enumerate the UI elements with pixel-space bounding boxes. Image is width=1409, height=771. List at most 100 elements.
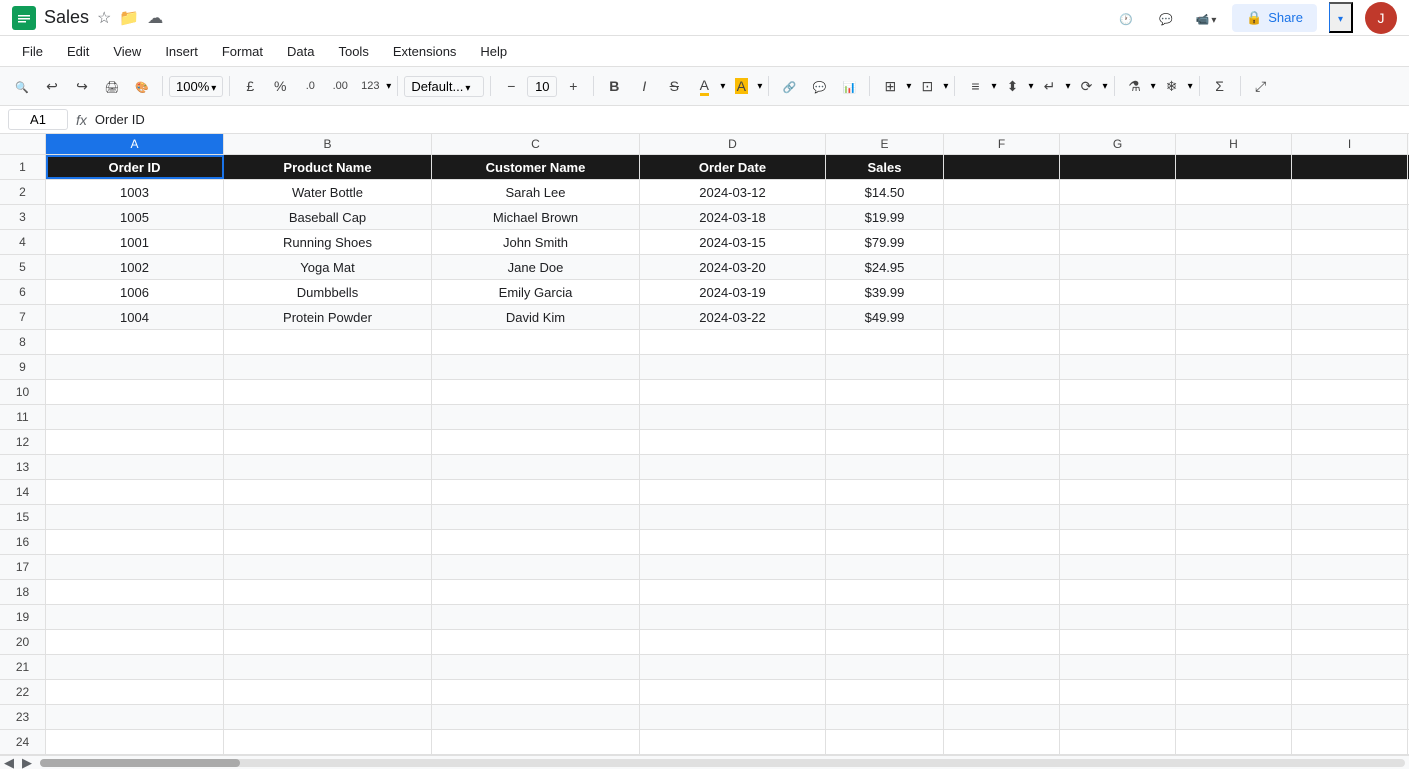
cell-e13[interactable]	[826, 455, 944, 479]
cell-e21[interactable]	[826, 655, 944, 679]
cell-g13[interactable]	[1060, 455, 1176, 479]
cell-i19[interactable]	[1292, 605, 1408, 629]
cell-e6[interactable]: $39.99	[826, 280, 944, 304]
cell-d23[interactable]	[640, 705, 826, 729]
merge-button[interactable]	[913, 72, 941, 100]
cell-d12[interactable]	[640, 430, 826, 454]
cell-f8[interactable]	[944, 330, 1060, 354]
cell-g19[interactable]	[1060, 605, 1176, 629]
cell-e14[interactable]	[826, 480, 944, 504]
cell-e12[interactable]	[826, 430, 944, 454]
col-header-f[interactable]: F	[944, 134, 1060, 154]
cell-b14[interactable]	[224, 480, 432, 504]
font-select[interactable]: Default...	[404, 76, 484, 97]
row-num-12[interactable]: 12	[0, 430, 46, 454]
cell-g16[interactable]	[1060, 530, 1176, 554]
cell-f17[interactable]	[944, 555, 1060, 579]
h-align-button[interactable]: ≡	[961, 72, 989, 100]
cell-e10[interactable]	[826, 380, 944, 404]
cell-d17[interactable]	[640, 555, 826, 579]
cell-b24[interactable]	[224, 730, 432, 754]
cell-g6[interactable]	[1060, 280, 1176, 304]
cell-e19[interactable]	[826, 605, 944, 629]
cell-i18[interactable]	[1292, 580, 1408, 604]
cell-d16[interactable]	[640, 530, 826, 554]
folder-icon[interactable]: 📁	[119, 8, 139, 28]
scroll-track[interactable]	[40, 759, 1405, 767]
cell-h5[interactable]	[1176, 255, 1292, 279]
cell-b8[interactable]	[224, 330, 432, 354]
cell-c11[interactable]	[432, 405, 640, 429]
v-align-button[interactable]: ⬍	[998, 72, 1026, 100]
cell-e18[interactable]	[826, 580, 944, 604]
cell-g4[interactable]	[1060, 230, 1176, 254]
cell-f23[interactable]	[944, 705, 1060, 729]
cell-d5[interactable]: 2024-03-20	[640, 255, 826, 279]
row-num-5[interactable]: 5	[0, 255, 46, 279]
cell-h8[interactable]	[1176, 330, 1292, 354]
cell-c3[interactable]: Michael Brown	[432, 205, 640, 229]
cell-c2[interactable]: Sarah Lee	[432, 180, 640, 204]
cell-d20[interactable]	[640, 630, 826, 654]
cell-f10[interactable]	[944, 380, 1060, 404]
cell-d15[interactable]	[640, 505, 826, 529]
cell-a13[interactable]	[46, 455, 224, 479]
cell-g10[interactable]	[1060, 380, 1176, 404]
cell-d3[interactable]: 2024-03-18	[640, 205, 826, 229]
font-size-inc-button[interactable]	[559, 72, 587, 100]
col-header-a[interactable]: A	[46, 134, 224, 154]
cell-a6[interactable]: 1006	[46, 280, 224, 304]
cell-b11[interactable]	[224, 405, 432, 429]
cell-b3[interactable]: Baseball Cap	[224, 205, 432, 229]
cell-a8[interactable]	[46, 330, 224, 354]
cell-a15[interactable]	[46, 505, 224, 529]
cell-f3[interactable]	[944, 205, 1060, 229]
share-dropdown-arrow[interactable]	[1329, 2, 1353, 33]
cell-h16[interactable]	[1176, 530, 1292, 554]
cell-i1[interactable]	[1292, 155, 1408, 179]
cell-f20[interactable]	[944, 630, 1060, 654]
text-color-button[interactable]: A	[690, 72, 718, 100]
cell-d21[interactable]	[640, 655, 826, 679]
cell-e20[interactable]	[826, 630, 944, 654]
star-icon[interactable]: ☆	[97, 8, 111, 28]
cell-b10[interactable]	[224, 380, 432, 404]
cell-i20[interactable]	[1292, 630, 1408, 654]
cell-h21[interactable]	[1176, 655, 1292, 679]
cell-a24[interactable]	[46, 730, 224, 754]
cell-a17[interactable]	[46, 555, 224, 579]
cell-c22[interactable]	[432, 680, 640, 704]
cell-i6[interactable]	[1292, 280, 1408, 304]
cell-d1[interactable]: Order Date	[640, 155, 826, 179]
row-num-19[interactable]: 19	[0, 605, 46, 629]
share-button[interactable]: 🔒 Share	[1232, 4, 1317, 32]
cell-i24[interactable]	[1292, 730, 1408, 754]
cell-e5[interactable]: $24.95	[826, 255, 944, 279]
row-num-14[interactable]: 14	[0, 480, 46, 504]
menu-view[interactable]: View	[103, 40, 151, 63]
row-num-3[interactable]: 3	[0, 205, 46, 229]
cell-i23[interactable]	[1292, 705, 1408, 729]
cell-a11[interactable]	[46, 405, 224, 429]
cell-i10[interactable]	[1292, 380, 1408, 404]
cell-h9[interactable]	[1176, 355, 1292, 379]
cell-f1[interactable]	[944, 155, 1060, 179]
cell-c8[interactable]	[432, 330, 640, 354]
cell-h15[interactable]	[1176, 505, 1292, 529]
expand-button[interactable]: ⤢	[1247, 72, 1275, 100]
cell-h18[interactable]	[1176, 580, 1292, 604]
cell-i8[interactable]	[1292, 330, 1408, 354]
cell-e8[interactable]	[826, 330, 944, 354]
cell-i7[interactable]	[1292, 305, 1408, 329]
cell-c9[interactable]	[432, 355, 640, 379]
cell-b2[interactable]: Water Bottle	[224, 180, 432, 204]
cell-a4[interactable]: 1001	[46, 230, 224, 254]
cell-h6[interactable]	[1176, 280, 1292, 304]
cell-g18[interactable]	[1060, 580, 1176, 604]
cell-h1[interactable]	[1176, 155, 1292, 179]
highlight-button[interactable]: A	[727, 72, 755, 100]
cell-b5[interactable]: Yoga Mat	[224, 255, 432, 279]
menu-insert[interactable]: Insert	[155, 40, 208, 63]
cell-h17[interactable]	[1176, 555, 1292, 579]
cell-b13[interactable]	[224, 455, 432, 479]
